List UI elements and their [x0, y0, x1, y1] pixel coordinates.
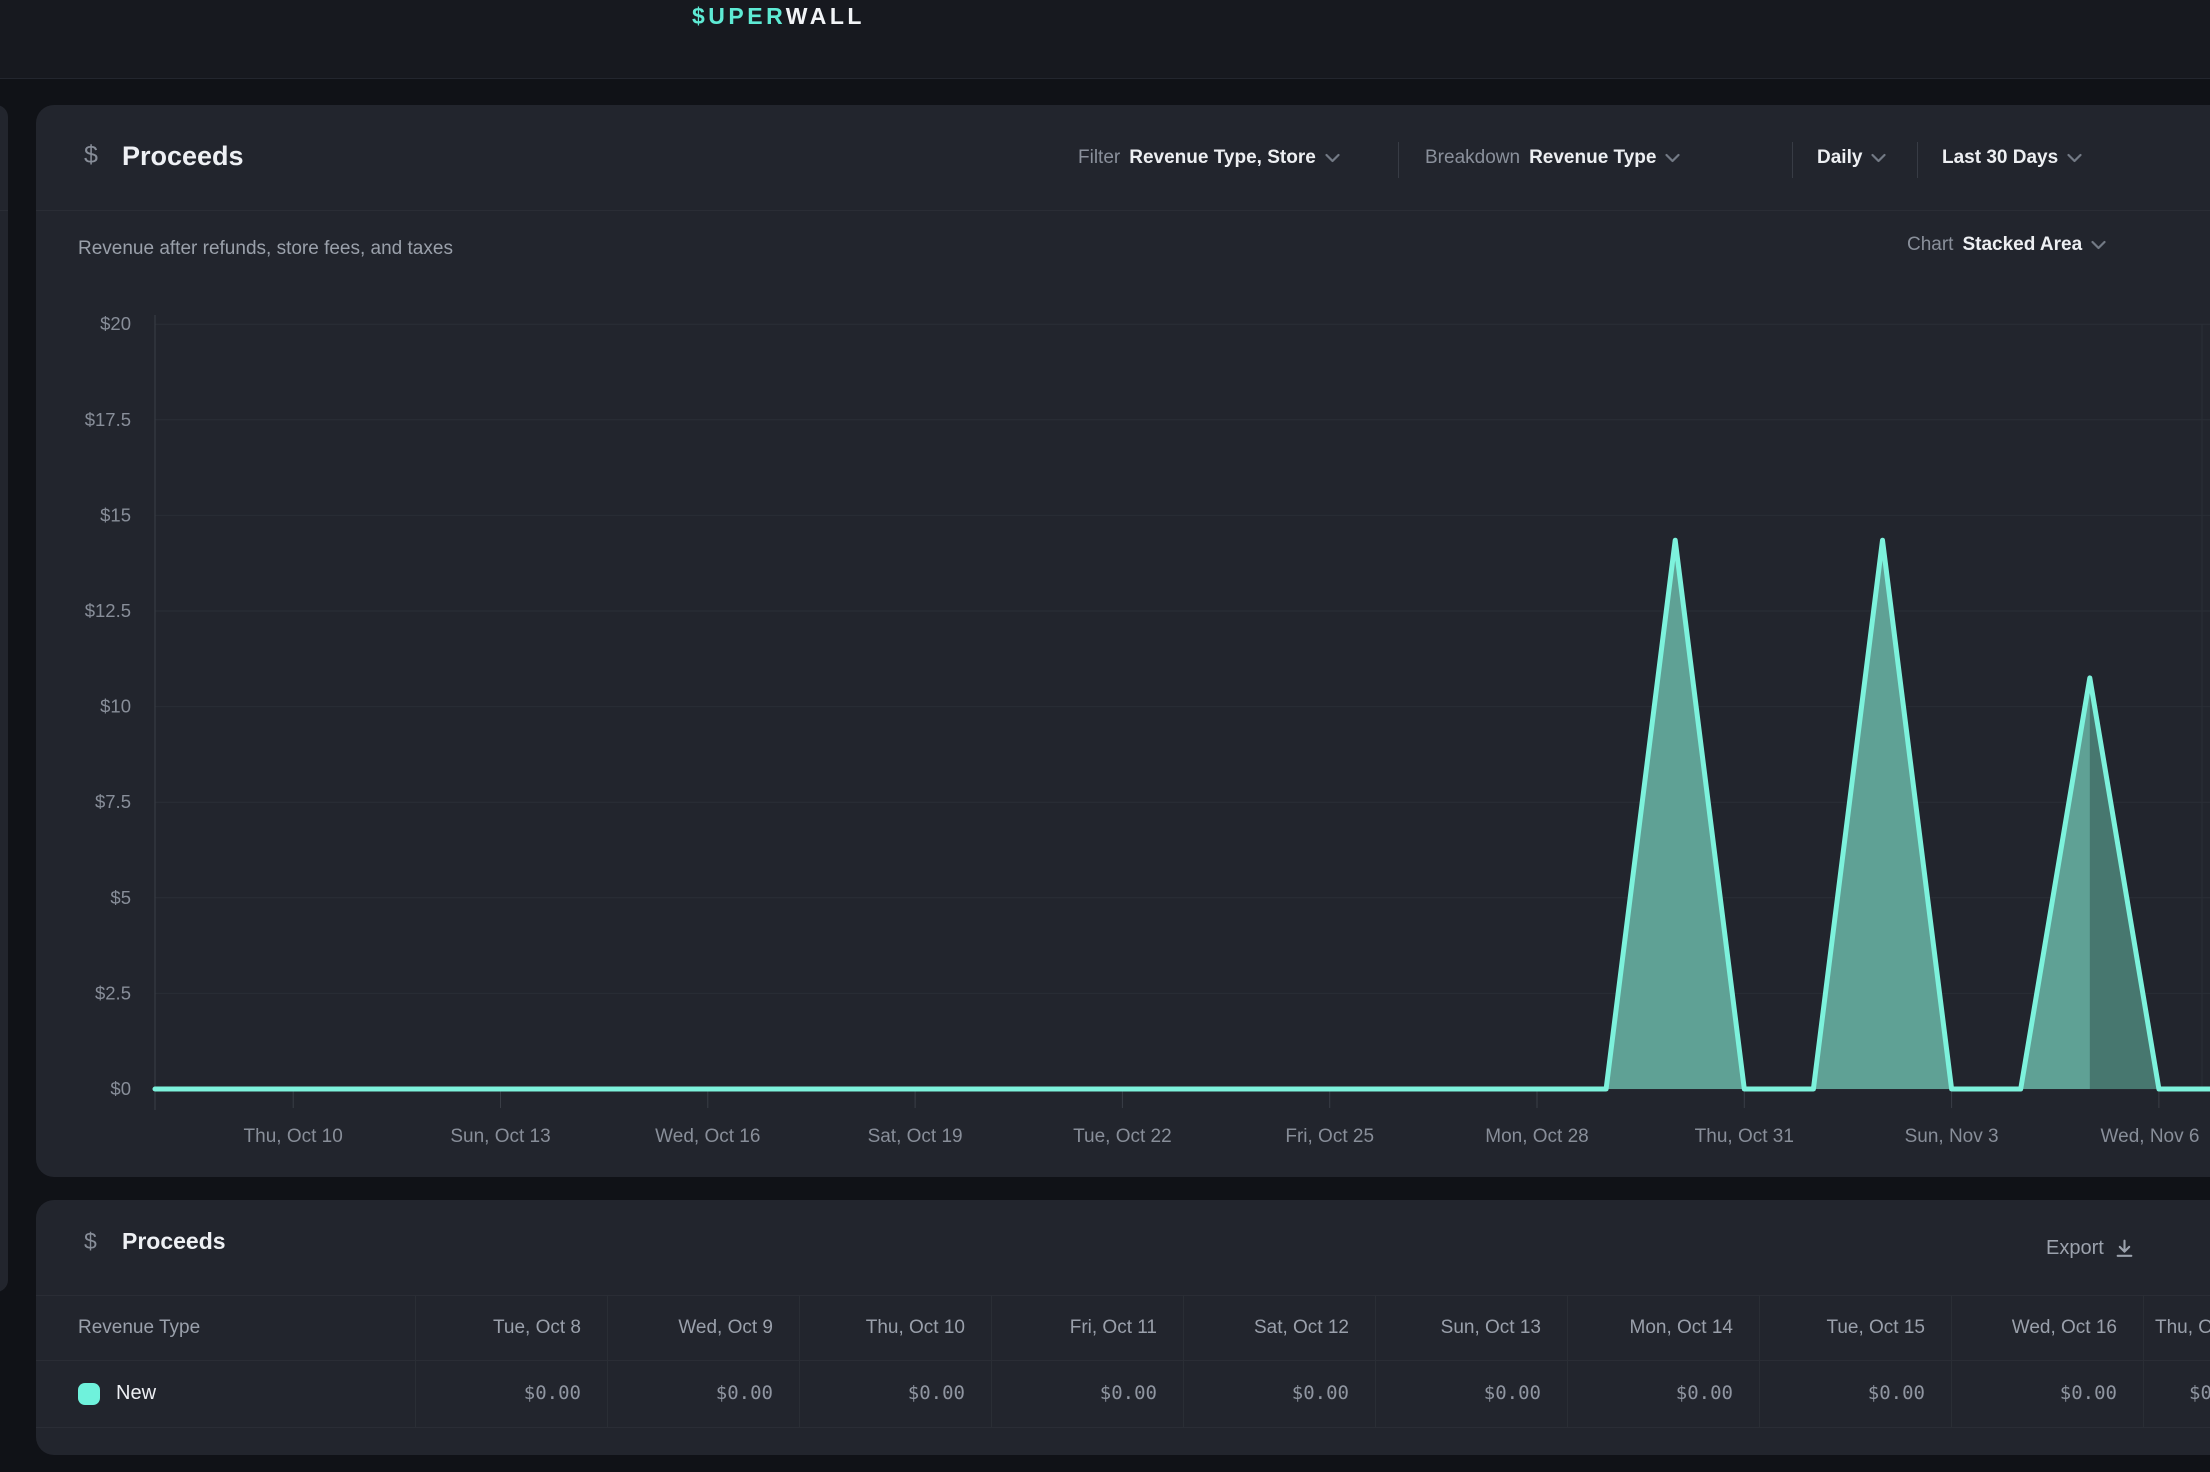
control-separator — [1398, 142, 1399, 178]
column-divider — [1183, 1295, 1184, 1427]
series-name: New — [116, 1382, 156, 1405]
y-axis-label: $7.5 — [95, 791, 131, 812]
column-divider — [607, 1295, 608, 1427]
column-divider — [415, 1295, 416, 1427]
breakdown-value: Revenue Type — [1529, 147, 1656, 169]
table-column-header: Thu, Oct 10 — [799, 1295, 991, 1360]
chevron-down-icon — [2067, 153, 2082, 163]
table-cell-value: $0.00 — [1759, 1360, 1951, 1427]
x-axis-label: Thu, Oct 31 — [1695, 1126, 1794, 1147]
chart-card-title: Proceeds — [122, 141, 244, 172]
logo-white-part: WALL — [786, 3, 865, 29]
series-color-swatch — [78, 1383, 100, 1405]
chevron-down-icon — [2091, 240, 2106, 250]
dollar-icon: $ — [84, 1228, 97, 1255]
table-card-title: Proceeds — [122, 1228, 226, 1255]
adjacent-card-edge — [0, 105, 8, 1292]
column-divider — [1567, 1295, 1568, 1427]
table-column-header: Wed, Oct 9 — [607, 1295, 799, 1360]
column-divider — [991, 1295, 992, 1427]
x-axis-label: Sun, Nov 3 — [1905, 1126, 1999, 1147]
column-divider — [799, 1295, 800, 1427]
breakdown-label: Breakdown — [1425, 147, 1520, 169]
table-cell-value: $0.00 — [1951, 1360, 2143, 1427]
area-fill-new — [155, 540, 2210, 1089]
y-axis-label: $5 — [110, 887, 131, 908]
top-bar: $UPERWALL — [0, 0, 2210, 79]
y-axis-label: $10 — [100, 696, 131, 717]
control-separator — [1792, 142, 1793, 178]
stacked-area-chart[interactable]: $0 $2.5 $5 $7.5 $10 $12.5 $15 $17.5 $20 Thu, Oct … — [36, 300, 2210, 1160]
table-column-header: Fri, Oct 11 — [991, 1295, 1183, 1360]
chevron-down-icon — [1871, 153, 1886, 163]
column-divider — [2143, 1295, 2144, 1427]
date-range-dropdown[interactable]: Last 30 Days — [1942, 137, 2082, 179]
x-axis-label: Tue, Oct 22 — [1073, 1126, 1172, 1147]
table-divider — [36, 1427, 2210, 1428]
table-cell-value: $0.00 — [415, 1360, 607, 1427]
control-separator — [1917, 142, 1918, 178]
chevron-down-icon — [1325, 153, 1340, 163]
table-cell-value: $0.00 — [799, 1360, 991, 1427]
filter-value: Revenue Type, Store — [1129, 147, 1316, 169]
y-axis-label: $12.5 — [85, 600, 131, 621]
export-button[interactable]: Export — [2046, 1230, 2135, 1266]
logo-teal-part: $UPER — [692, 3, 786, 29]
chevron-down-icon — [1665, 153, 1680, 163]
table-cell-value: $0.00 — [607, 1360, 799, 1427]
table-cell-value: $0.00 — [2143, 1360, 2210, 1427]
granularity-dropdown[interactable]: Daily — [1817, 137, 1886, 179]
granularity-value: Daily — [1817, 147, 1862, 169]
column-divider — [1375, 1295, 1376, 1427]
x-axis-label: Sat, Oct 19 — [868, 1126, 963, 1147]
divider — [0, 210, 8, 211]
table-row-new: New — [78, 1360, 156, 1427]
table-cell-value: $0.00 — [1567, 1360, 1759, 1427]
proceeds-table-card: $ Proceeds Export Revenue Type Tue, Oct … — [36, 1200, 2210, 1455]
table-column-header: Wed, Oct 16 — [1951, 1295, 2143, 1360]
y-axis-label: $17.5 — [85, 409, 131, 430]
table-column-header: Thu, Oct 17 — [2143, 1295, 2210, 1360]
x-axis-label: Fri, Oct 25 — [1285, 1126, 1374, 1147]
download-icon — [2114, 1238, 2135, 1259]
x-axis-label: Thu, Oct 10 — [244, 1126, 343, 1147]
table-column-header: Tue, Oct 8 — [415, 1295, 607, 1360]
chart-type-label: Chart — [1907, 234, 1953, 256]
y-axis-label: $2.5 — [95, 982, 131, 1003]
filter-label: Filter — [1078, 147, 1120, 169]
superwall-logo: $UPERWALL — [692, 3, 865, 30]
row-header-label: Revenue Type — [78, 1295, 200, 1360]
table-cell-value: $0.00 — [991, 1360, 1183, 1427]
table-cell-value: $0.00 — [1375, 1360, 1567, 1427]
chart-type-dropdown[interactable]: Chart Stacked Area — [1907, 234, 2106, 256]
table-column-header: Tue, Oct 15 — [1759, 1295, 1951, 1360]
x-axis-label: Wed, Nov 6 — [2101, 1126, 2200, 1147]
breakdown-dropdown[interactable]: Breakdown Revenue Type — [1425, 137, 1680, 179]
y-axis-label: $15 — [100, 504, 131, 525]
card-header-divider — [36, 210, 2210, 211]
table-cell-value: $0.00 — [1183, 1360, 1375, 1427]
column-divider — [1759, 1295, 1760, 1427]
x-axis-label: Wed, Oct 16 — [655, 1126, 760, 1147]
chart-type-value: Stacked Area — [1962, 234, 2082, 256]
dollar-icon: $ — [84, 141, 98, 170]
x-axis-label: Sun, Oct 13 — [450, 1126, 550, 1147]
proceeds-chart-card: $ Proceeds Filter Revenue Type, Store Br… — [36, 105, 2210, 1177]
date-range-value: Last 30 Days — [1942, 147, 2058, 169]
table-column-header: Sat, Oct 12 — [1183, 1295, 1375, 1360]
table-column-header: Mon, Oct 14 — [1567, 1295, 1759, 1360]
y-axis-label: $20 — [100, 313, 131, 334]
x-axis-label: Mon, Oct 28 — [1485, 1126, 1589, 1147]
y-axis-label: $0 — [110, 1078, 131, 1099]
filter-dropdown[interactable]: Filter Revenue Type, Store — [1078, 137, 1340, 179]
table-column-header: Sun, Oct 13 — [1375, 1295, 1567, 1360]
chart-subtitle: Revenue after refunds, store fees, and t… — [78, 238, 453, 260]
export-label: Export — [2046, 1237, 2104, 1260]
column-divider — [1951, 1295, 1952, 1427]
